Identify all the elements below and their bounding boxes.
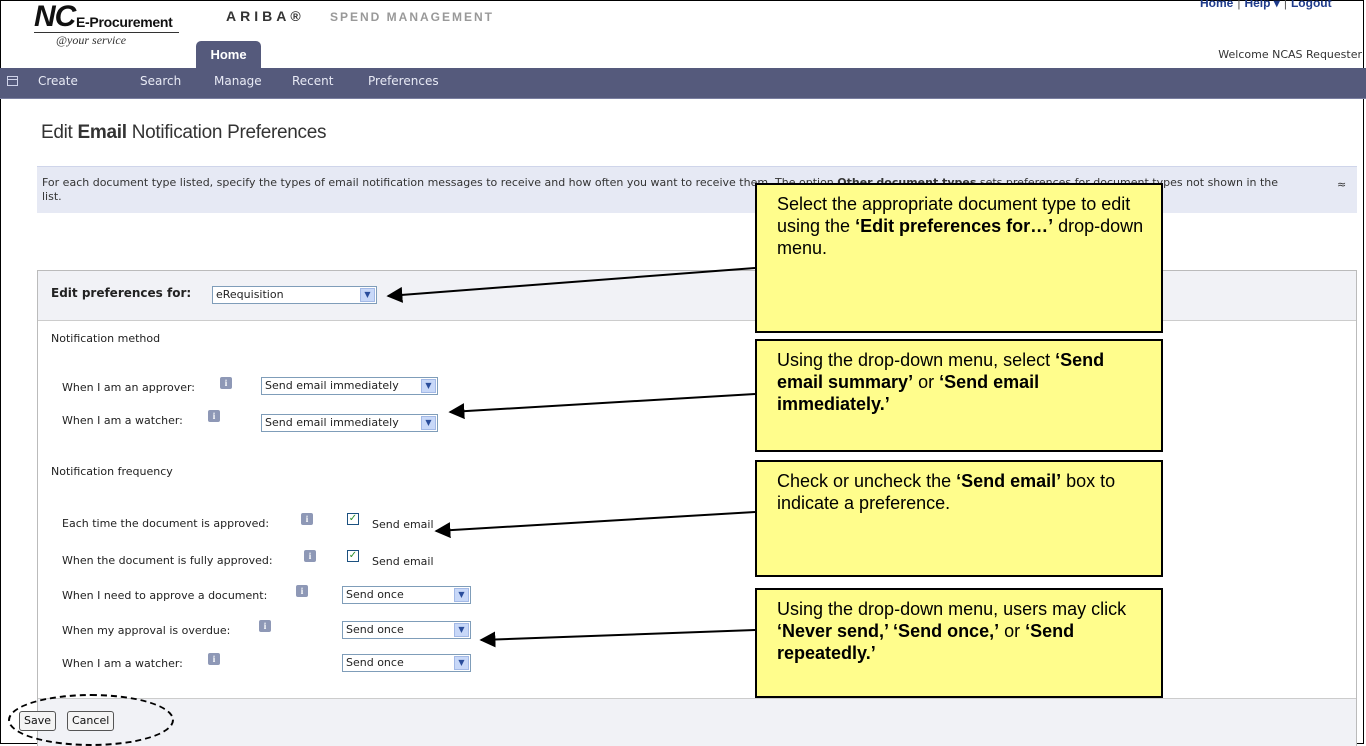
callout-arrows: [386, 267, 756, 648]
arrow-notification-method: [448, 393, 756, 420]
arrow-frequency: [479, 629, 756, 648]
arrow-document-type: [386, 267, 756, 303]
arrow-send-email: [434, 511, 756, 539]
